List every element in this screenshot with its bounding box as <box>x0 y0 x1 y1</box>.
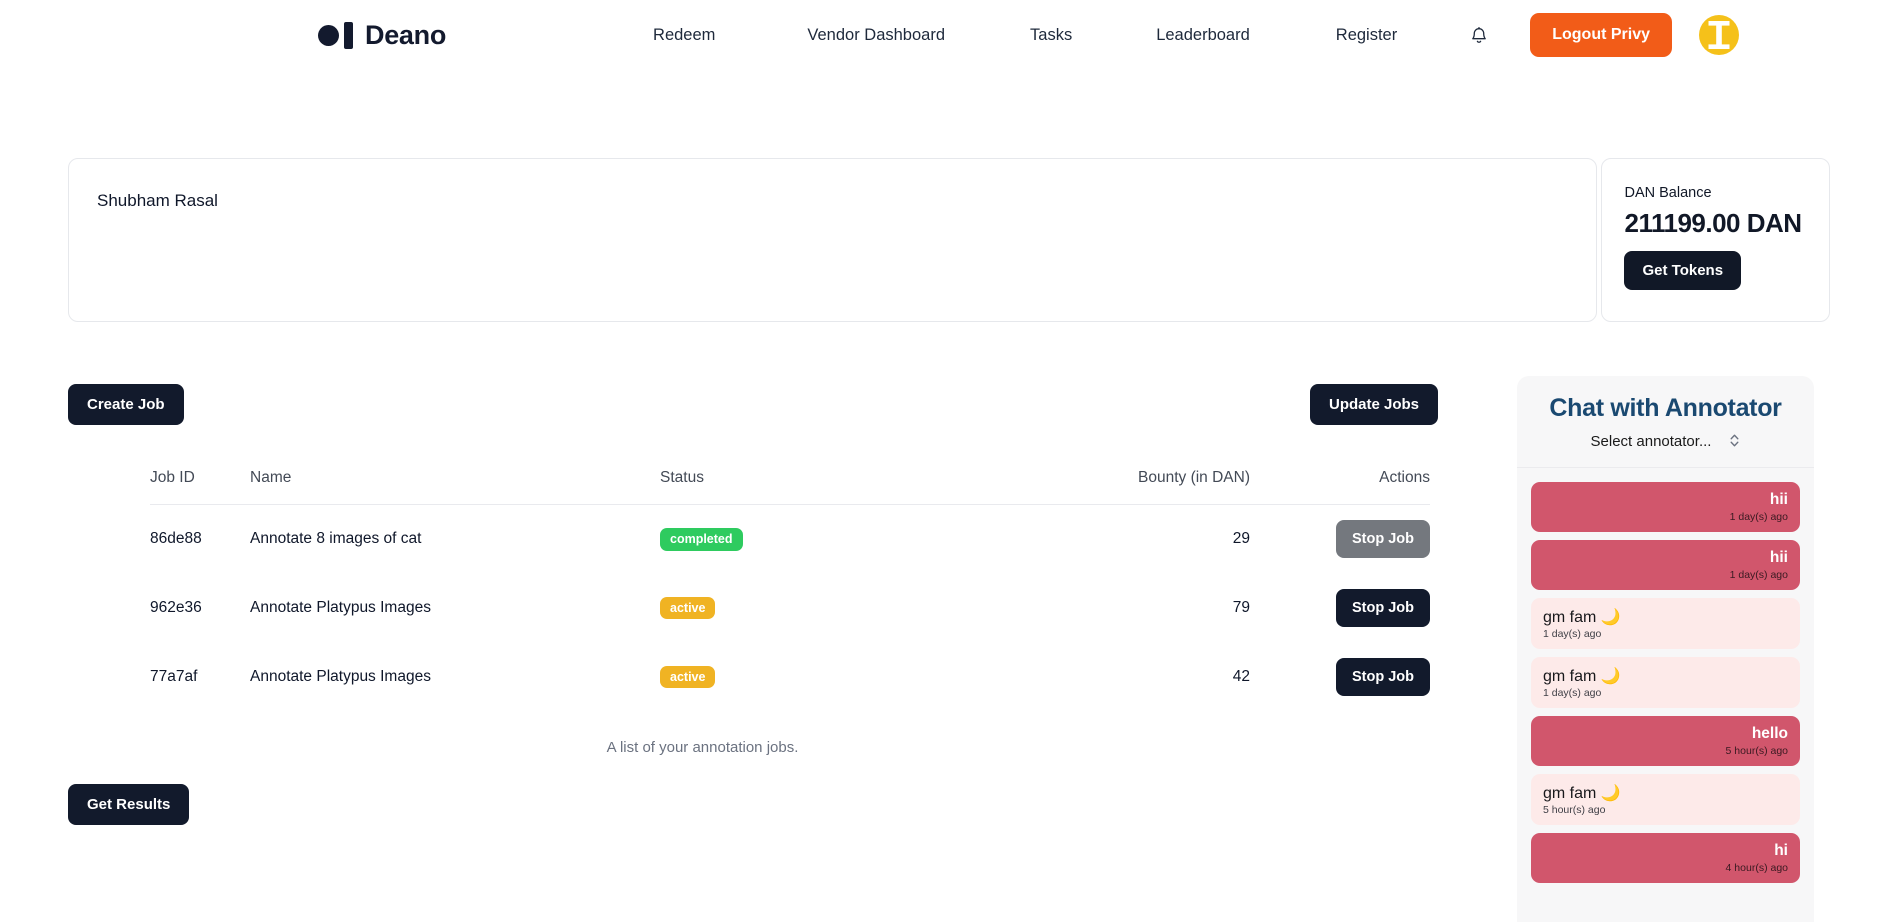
navbar-actions: Logout Privy <box>1467 13 1740 57</box>
cell-job-id: 86de88 <box>150 530 202 548</box>
nav-link-register[interactable]: Register <box>1336 20 1397 51</box>
jobs-table-head: Job ID Name Status Bounty (in DAN) Actio… <box>150 469 1430 505</box>
cell-status: completed <box>660 505 1015 574</box>
profile-name: Shubham Rasal <box>97 191 218 210</box>
nav-link-vendor-dashboard[interactable]: Vendor Dashboard <box>807 20 945 51</box>
column-header-name: Name <box>250 469 292 486</box>
cell-actions: Stop Job <box>1255 505 1430 574</box>
main-content: Create Job Update Jobs Job ID Name Statu… <box>0 376 1880 922</box>
chat-message-time: 1 day(s) ago <box>1729 569 1788 581</box>
table-row: 962e36 Annotate Platypus Images active 7… <box>150 574 1430 643</box>
status-badge: completed <box>660 528 743 551</box>
chat-message: hello 5 hour(s) ago <box>1531 716 1800 766</box>
cell-name: Annotate Platypus Images <box>250 668 431 685</box>
cell-name: Annotate 8 images of cat <box>250 530 422 548</box>
bell-icon[interactable] <box>1467 23 1491 47</box>
chat-message-list[interactable]: hii 1 day(s) ago hii 1 day(s) ago gm fam… <box>1517 468 1814 922</box>
chat-message-text: hi <box>1774 842 1788 859</box>
balance-amount: 211199.00 DAN <box>1624 208 1802 238</box>
logout-button[interactable]: Logout Privy <box>1530 13 1673 57</box>
column-header-status: Status <box>660 469 704 486</box>
primary-nav: Redeem Vendor Dashboard Tasks Leaderboar… <box>653 20 1397 51</box>
brand-name: Deano <box>365 19 447 50</box>
avatar[interactable] <box>1699 15 1740 55</box>
column-header-bounty: Bounty (in DAN) <box>1138 469 1250 486</box>
stop-job-button[interactable]: Stop Job <box>1336 658 1430 696</box>
deano-logo-icon <box>318 21 353 49</box>
chat-message-time: 1 day(s) ago <box>1543 687 1602 699</box>
chevron-up-down-icon <box>1729 433 1740 450</box>
chat-message: gm fam 🌙 1 day(s) ago <box>1531 598 1800 649</box>
chat-message-time: 5 hour(s) ago <box>1543 804 1606 816</box>
cell-job-id: 962e36 <box>150 599 202 616</box>
chat-message-text: hii <box>1769 549 1788 566</box>
jobs-section: Create Job Update Jobs Job ID Name Statu… <box>68 384 1503 825</box>
chat-header: Chat with Annotator Select annotator... <box>1517 376 1814 468</box>
chat-message-text: hii <box>1769 491 1788 508</box>
annotator-select-value: Select annotator... <box>1590 433 1712 450</box>
cell-status: active <box>660 574 1015 643</box>
chat-message: hii 1 day(s) ago <box>1531 540 1800 590</box>
stop-job-button[interactable]: Stop Job <box>1336 589 1430 627</box>
cell-job-id: 77a7af <box>150 668 198 685</box>
balance-card: DAN Balance 211199.00 DAN Get Tokens <box>1601 158 1830 322</box>
create-job-button[interactable]: Create Job <box>68 384 184 425</box>
nav-link-leaderboard[interactable]: Leaderboard <box>1156 20 1250 51</box>
table-caption: A list of your annotation jobs. <box>606 738 799 756</box>
column-header-actions: Actions <box>1379 469 1430 486</box>
table-header-row: Job ID Name Status Bounty (in DAN) Actio… <box>150 469 1430 505</box>
cell-name: Annotate Platypus Images <box>250 599 431 616</box>
annotator-select[interactable]: Select annotator... <box>1591 433 1741 450</box>
table-row: 77a7af Annotate Platypus Images active 4… <box>150 643 1430 712</box>
chat-message-text: gm fam 🌙 <box>1543 785 1621 802</box>
balance-label: DAN Balance <box>1624 185 1712 201</box>
cell-bounty: 42 <box>1232 668 1250 685</box>
status-badge: active <box>660 596 716 620</box>
jobs-toolbar: Create Job Update Jobs <box>68 384 1438 425</box>
chat-message: hi 4 hour(s) ago <box>1531 833 1800 883</box>
nav-link-redeem[interactable]: Redeem <box>653 20 715 51</box>
chat-message-time: 5 hour(s) ago <box>1725 745 1788 757</box>
column-header-job-id: Job ID <box>150 469 195 486</box>
cell-bounty: 79 <box>1232 599 1250 616</box>
update-jobs-button[interactable]: Update Jobs <box>1309 384 1438 425</box>
chat-message-text: gm fam 🌙 <box>1543 609 1621 626</box>
stop-job-button[interactable]: Stop Job <box>1336 520 1430 559</box>
jobs-table-body: 86de88 Annotate 8 images of cat complete… <box>150 505 1430 712</box>
chat-message-time: 4 hour(s) ago <box>1725 862 1788 874</box>
chat-message: gm fam 🌙 5 hour(s) ago <box>1531 774 1800 825</box>
get-tokens-button[interactable]: Get Tokens <box>1624 251 1742 290</box>
profile-card: Shubham Rasal <box>68 158 1598 322</box>
nav-link-tasks[interactable]: Tasks <box>1030 20 1072 51</box>
get-results-button[interactable]: Get Results <box>68 783 190 825</box>
cell-bounty: 29 <box>1232 530 1250 548</box>
chat-message-text: gm fam 🌙 <box>1543 668 1621 685</box>
profile-balance-row: Shubham Rasal DAN Balance 211199.00 DAN … <box>68 158 1830 322</box>
cell-actions: Stop Job <box>1255 643 1430 712</box>
get-results-wrap: Get Results <box>68 783 1503 825</box>
table-row: 86de88 Annotate 8 images of cat complete… <box>150 505 1430 574</box>
chat-message: hii 1 day(s) ago <box>1531 482 1800 532</box>
brand-logo[interactable]: Deano <box>318 20 446 51</box>
cell-actions: Stop Job <box>1255 574 1430 643</box>
status-badge: active <box>660 665 716 689</box>
cell-status: active <box>660 643 1015 712</box>
chat-message-time: 1 day(s) ago <box>1543 628 1602 640</box>
top-navbar: Deano Redeem Vendor Dashboard Tasks Lead… <box>0 0 1880 70</box>
chat-title: Chat with Annotator <box>1549 394 1782 422</box>
chat-message-time: 1 day(s) ago <box>1729 511 1788 523</box>
chat-panel: Chat with Annotator Select annotator... … <box>1517 376 1814 922</box>
jobs-table: Job ID Name Status Bounty (in DAN) Actio… <box>150 469 1430 712</box>
chat-message-text: hello <box>1751 725 1788 742</box>
chat-message: gm fam 🌙 1 day(s) ago <box>1531 657 1800 708</box>
